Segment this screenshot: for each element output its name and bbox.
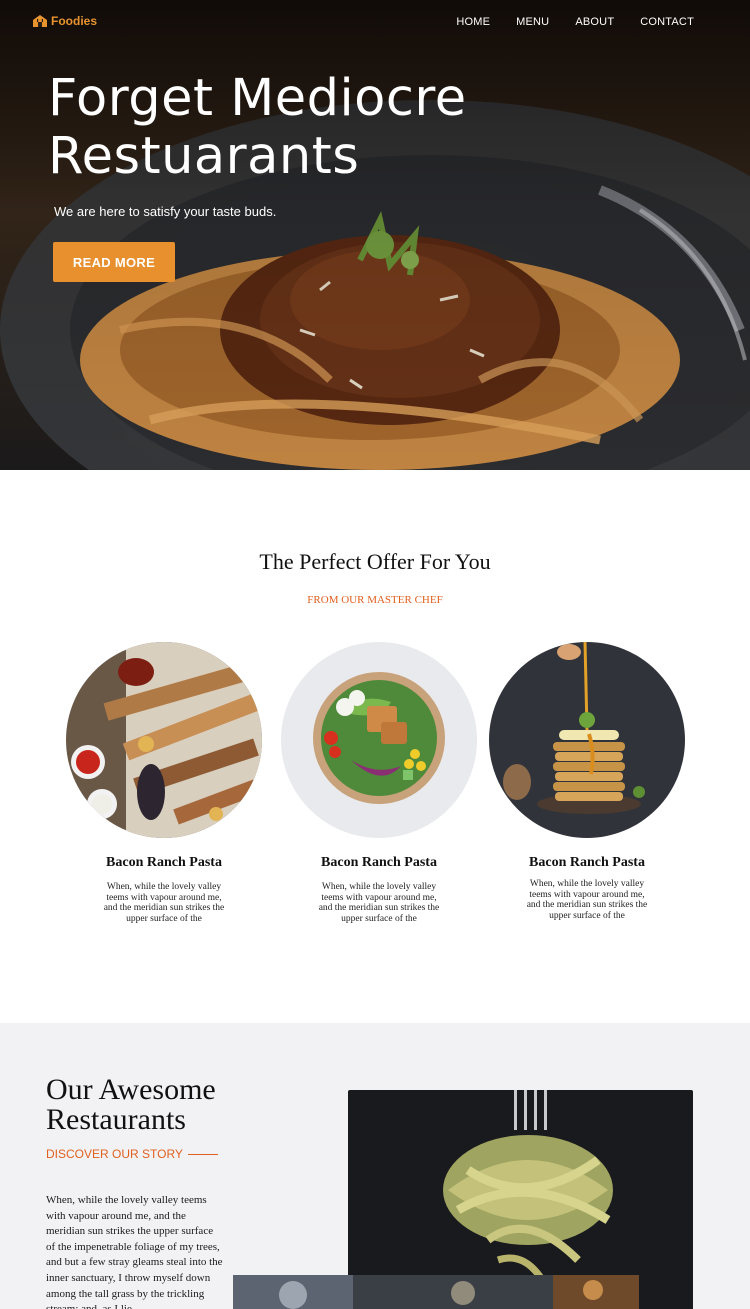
dish-name: Bacon Ranch Pasta	[321, 855, 437, 870]
dish-card[interactable]: Bacon Ranch Pasta When, while the lovely…	[66, 642, 262, 942]
nav-about[interactable]: ABOUT	[575, 16, 614, 28]
dish-image-salad-bowl	[281, 642, 477, 838]
dish-card[interactable]: Bacon Ranch Pasta When, while the lovely…	[281, 642, 477, 942]
read-more-button[interactable]: READ MORE	[53, 242, 175, 282]
dish-image-pancakes	[489, 642, 685, 838]
offer-subtitle: FROM OUR MASTER CHEF	[307, 594, 443, 606]
dish-name: Bacon Ranch Pasta	[106, 855, 222, 870]
discover-story-label: DISCOVER OUR STORY	[46, 1147, 183, 1161]
underline-dash	[187, 1153, 218, 1155]
hero-title: Forget Mediocre Restuarants	[48, 70, 467, 186]
offer-title: The Perfect Offer For You	[259, 549, 491, 574]
nav-menu[interactable]: MENU	[516, 16, 549, 28]
main-nav: HOME MENU ABOUT CONTACT	[456, 16, 694, 28]
hero-section: Foodies HOME MENU ABOUT CONTACT Forget M…	[0, 0, 750, 470]
hero-title-line2: Restuarants	[48, 127, 360, 186]
discover-story-link[interactable]: DISCOVER OUR STORY	[46, 1147, 218, 1161]
dish-image-kebabs	[66, 642, 262, 838]
restaurants-section: Our Awesome Restaurants DISCOVER OUR STO…	[0, 1023, 750, 1309]
logo-text: Foodies	[51, 14, 98, 28]
hero-title-line1: Forget Mediocre	[48, 69, 467, 128]
restaurants-title-line1: Our Awesome	[46, 1073, 216, 1106]
dish-name: Bacon Ranch Pasta	[529, 855, 645, 870]
nav-contact[interactable]: CONTACT	[640, 16, 694, 28]
restaurant-interior-photo	[233, 1275, 639, 1309]
restaurants-title: Our Awesome Restaurants	[46, 1075, 216, 1135]
restaurants-text: When, while the lovely valley teems with…	[46, 1194, 223, 1309]
nav-home[interactable]: HOME	[456, 16, 490, 28]
restaurants-title-line2: Restaurants	[46, 1103, 186, 1136]
logo[interactable]: Foodies	[32, 14, 97, 28]
dish-card[interactable]: Bacon Ranch Pasta When, while the lovely…	[489, 642, 685, 942]
dish-description: When, while the lovely valley teems with…	[318, 882, 440, 924]
hero-subtitle: We are here to satisfy your taste buds.	[54, 204, 277, 219]
dish-description: When, while the lovely valley teems with…	[103, 882, 225, 924]
house-icon	[33, 15, 47, 27]
dish-description: When, while the lovely valley teems with…	[526, 879, 648, 921]
